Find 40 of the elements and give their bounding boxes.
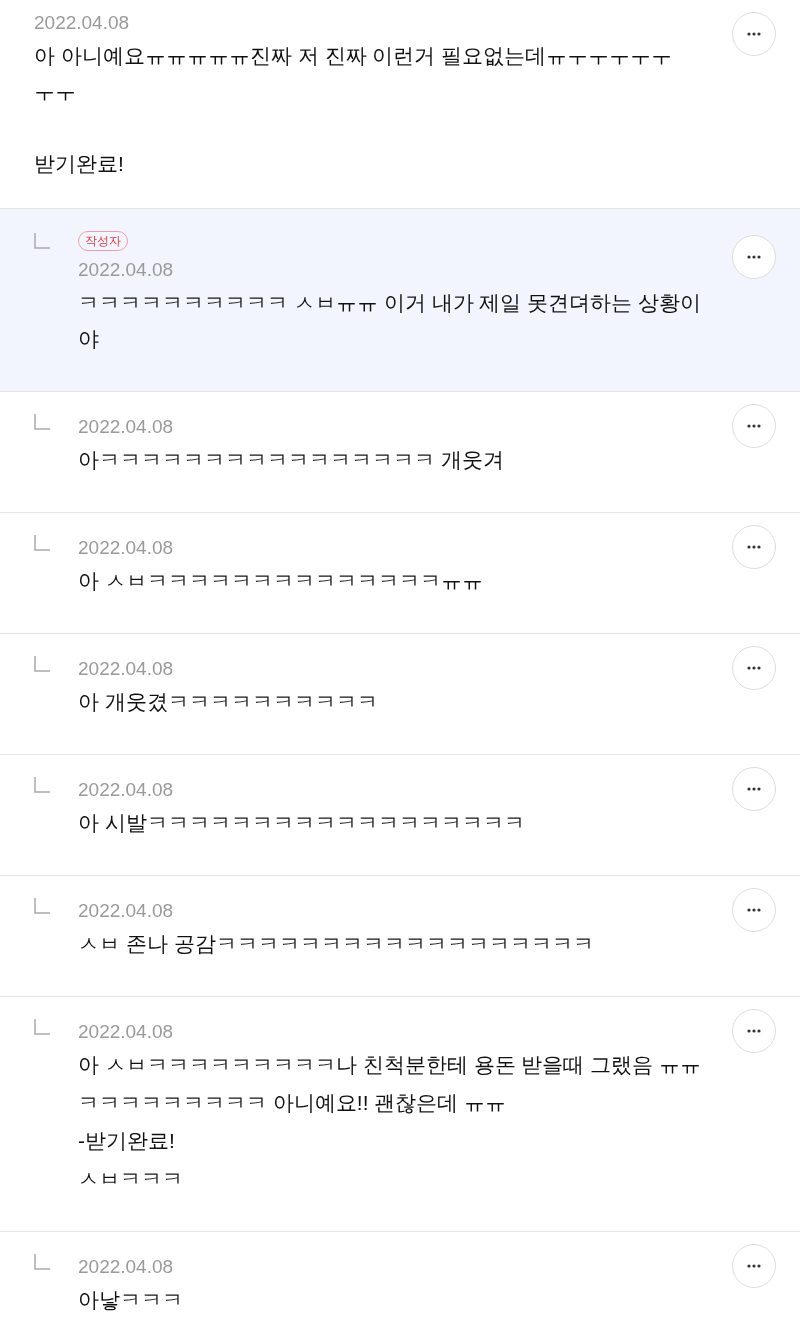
comment-text: 아ㅋㅋㅋㅋㅋㅋㅋㅋㅋㅋㅋㅋㅋㅋㅋㅋ 개웃겨: [78, 447, 504, 473]
comment-text: 받기완료!: [34, 151, 124, 177]
comment-text: 아 아니예요ㅠㅠㅠㅠㅠ진짜 저 진짜 이런거 필요없는데ㅠㅜㅜㅜㅜㅜㅜㅜ: [34, 43, 674, 105]
comment-date: 2022.04.08: [78, 415, 175, 439]
comment-date: 2022.04.08: [78, 899, 175, 923]
comment-date: 2022.04.08: [78, 778, 175, 802]
more-button[interactable]: [732, 767, 776, 811]
more-icon: [747, 545, 761, 549]
more-button[interactable]: [732, 646, 776, 690]
more-button[interactable]: [732, 525, 776, 569]
comment-text: 아 시발ㅋㅋㅋㅋㅋㅋㅋㅋㅋㅋㅋㅋㅋㅋㅋㅋㅋㅋ: [78, 810, 525, 836]
comment-date: 2022.04.08: [78, 1020, 175, 1044]
more-button[interactable]: [732, 404, 776, 448]
more-button[interactable]: [732, 12, 776, 56]
more-icon: [747, 787, 761, 791]
more-icon: [747, 255, 761, 259]
comment-text: ㅋㅋㅋㅋㅋㅋㅋㅋㅋㅋ ㅅㅂㅠㅠ 이거 내가 제일 못견뎌하는 상황이야: [78, 290, 702, 352]
more-button[interactable]: [732, 1009, 776, 1053]
comment-text: -받기완료!: [78, 1128, 175, 1154]
comment-text: ㅅㅂㅋㅋㅋ: [78, 1166, 183, 1192]
comment-text: ㅋㅋㅋㅋㅋㅋㅋㅋㅋ 아니예요!! 괜찮은데 ㅠㅠ: [78, 1090, 507, 1116]
more-icon: [747, 1029, 761, 1033]
comment-date: 2022.04.08: [78, 258, 175, 282]
more-button[interactable]: [732, 235, 776, 279]
comment-date: 2022.04.08: [78, 657, 175, 681]
more-icon: [747, 424, 761, 428]
more-icon: [747, 32, 761, 36]
comment-date: 2022.04.08: [78, 536, 175, 560]
comment-date: 2022.04.08: [34, 11, 131, 35]
more-icon: [747, 908, 761, 912]
comment-text: ㅅㅂ 존나 공감ㅋㅋㅋㅋㅋㅋㅋㅋㅋㅋㅋㅋㅋㅋㅋㅋㅋㅋ: [78, 931, 594, 957]
more-button[interactable]: [732, 1244, 776, 1288]
more-button[interactable]: [732, 888, 776, 932]
more-icon: [747, 666, 761, 670]
more-icon: [747, 1264, 761, 1268]
comment-text: 아낳ㅋㅋㅋ: [78, 1287, 183, 1313]
comment-text: 아 개웃겼ㅋㅋㅋㅋㅋㅋㅋㅋㅋㅋ: [78, 689, 378, 715]
comment-date: 2022.04.08: [78, 1255, 175, 1279]
comment-text: 아 ㅅㅂㅋㅋㅋㅋㅋㅋㅋㅋㅋㅋㅋㅋㅋㅋㅠㅠ: [78, 568, 483, 594]
comment-text: 아 ㅅㅂㅋㅋㅋㅋㅋㅋㅋㅋㅋ나 친척분한테 용돈 받을때 그랬음 ㅠㅠ: [78, 1052, 701, 1078]
